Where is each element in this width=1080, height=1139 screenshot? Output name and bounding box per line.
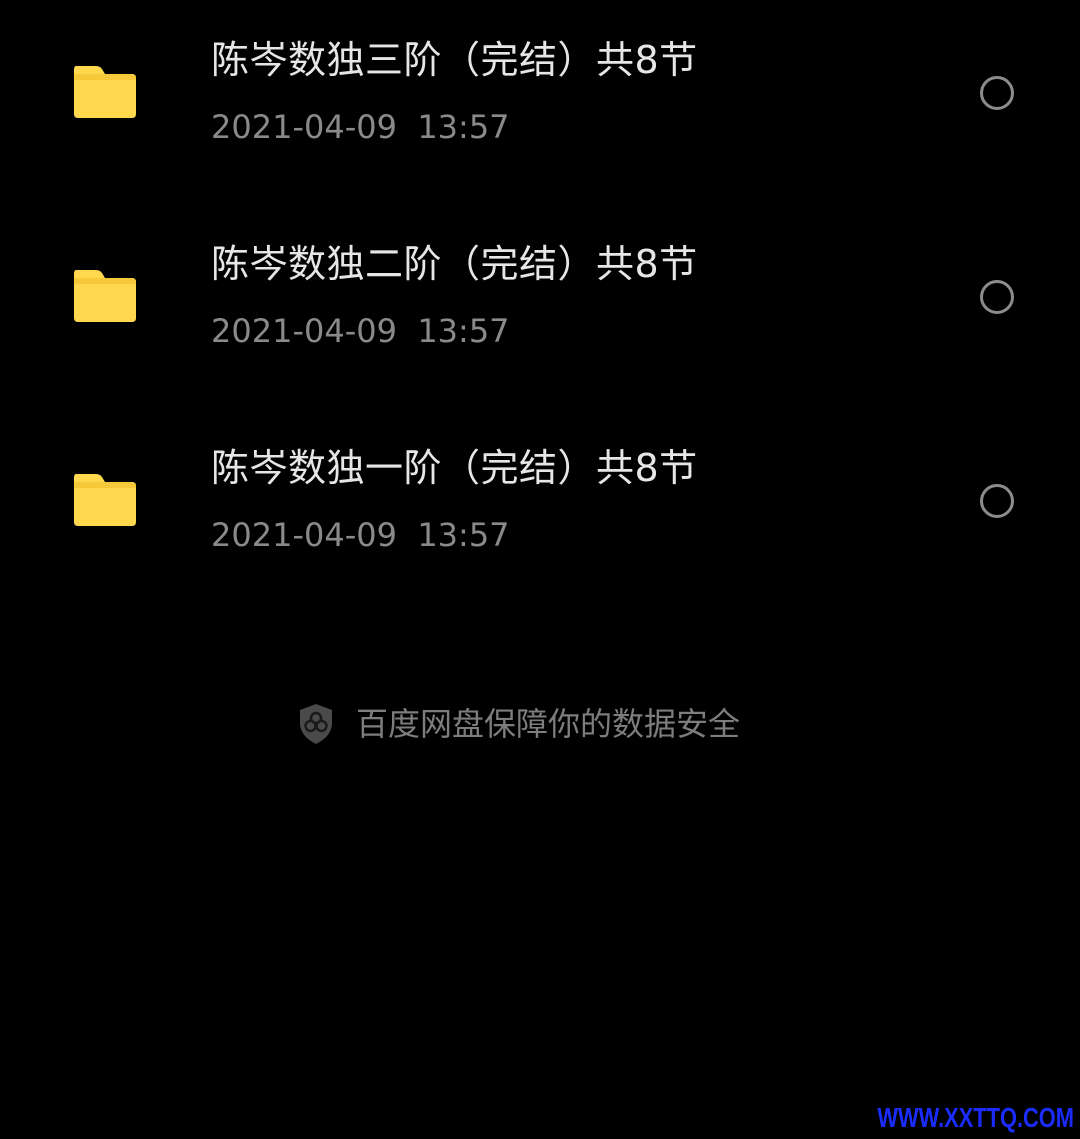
- file-name: 陈岑数独一阶（完结）共8节: [211, 446, 698, 490]
- shield-icon: [298, 703, 334, 745]
- folder-icon: [72, 64, 138, 120]
- file-date: 2021-04-09 13:57: [211, 108, 510, 146]
- folder-icon: [72, 472, 138, 528]
- file-name: 陈岑数独三阶（完结）共8节: [211, 38, 698, 82]
- list-item[interactable]: 陈岑数独三阶（完结）共8节 2021-04-09 13:57: [0, 0, 1080, 194]
- file-name: 陈岑数独二阶（完结）共8节: [211, 242, 698, 286]
- file-date: 2021-04-09 13:57: [211, 312, 510, 350]
- list-item[interactable]: 陈岑数独一阶（完结）共8节 2021-04-09 13:57: [0, 398, 1080, 602]
- select-radio[interactable]: [980, 76, 1014, 110]
- select-radio[interactable]: [980, 280, 1014, 314]
- list-item[interactable]: 陈岑数独二阶（完结）共8节 2021-04-09 13:57: [0, 194, 1080, 398]
- security-text: 百度网盘保障你的数据安全: [356, 705, 741, 743]
- watermark: WWW.XXTTQ.COM: [877, 1102, 1074, 1133]
- file-date: 2021-04-09 13:57: [211, 516, 510, 554]
- security-notice: 百度网盘保障你的数据安全: [298, 700, 740, 748]
- select-radio[interactable]: [980, 484, 1014, 518]
- folder-icon: [72, 268, 138, 324]
